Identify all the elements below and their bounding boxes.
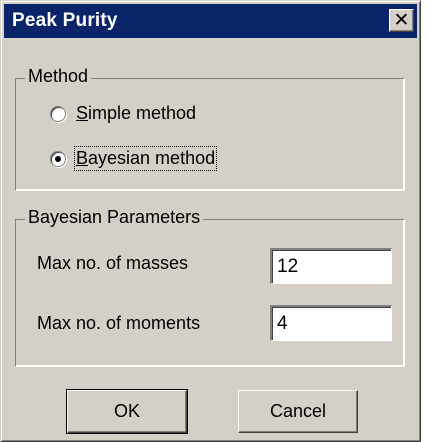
bayesian-method-option[interactable]: Bayesian method — [50, 146, 218, 171]
ok-button[interactable]: OK — [66, 389, 188, 434]
simple-method-label: Simple method — [76, 103, 197, 123]
close-button[interactable]: ✕ — [389, 9, 414, 32]
method-group: Method Simple method Bayesian method — [15, 66, 404, 190]
simple-method-option[interactable]: Simple method — [50, 103, 196, 124]
method-group-label: Method — [25, 66, 92, 87]
close-icon: ✕ — [393, 9, 410, 31]
bayesian-parameters-label: Bayesian Parameters — [25, 207, 204, 228]
cancel-button[interactable]: Cancel — [238, 390, 358, 433]
max-masses-label: Max no. of masses — [37, 253, 189, 273]
bayesian-parameters-group: Bayesian Parameters Max no. of masses 12… — [15, 207, 404, 366]
simple-method-radio[interactable] — [50, 105, 66, 122]
bayesian-method-radio[interactable] — [50, 150, 66, 167]
title-bar[interactable]: Peak Purity ✕ — [4, 4, 417, 38]
max-moments-input[interactable]: 4 — [270, 305, 392, 341]
window-title: Peak Purity — [12, 10, 118, 31]
radio-selected-dot — [55, 155, 61, 162]
bayesian-method-label: Bayesian method — [73, 146, 218, 171]
max-masses-input[interactable]: 12 — [270, 248, 392, 284]
max-moments-label: Max no. of moments — [37, 313, 201, 333]
peak-purity-dialog: Peak Purity ✕ Method Simple method Bayes… — [0, 0, 421, 442]
